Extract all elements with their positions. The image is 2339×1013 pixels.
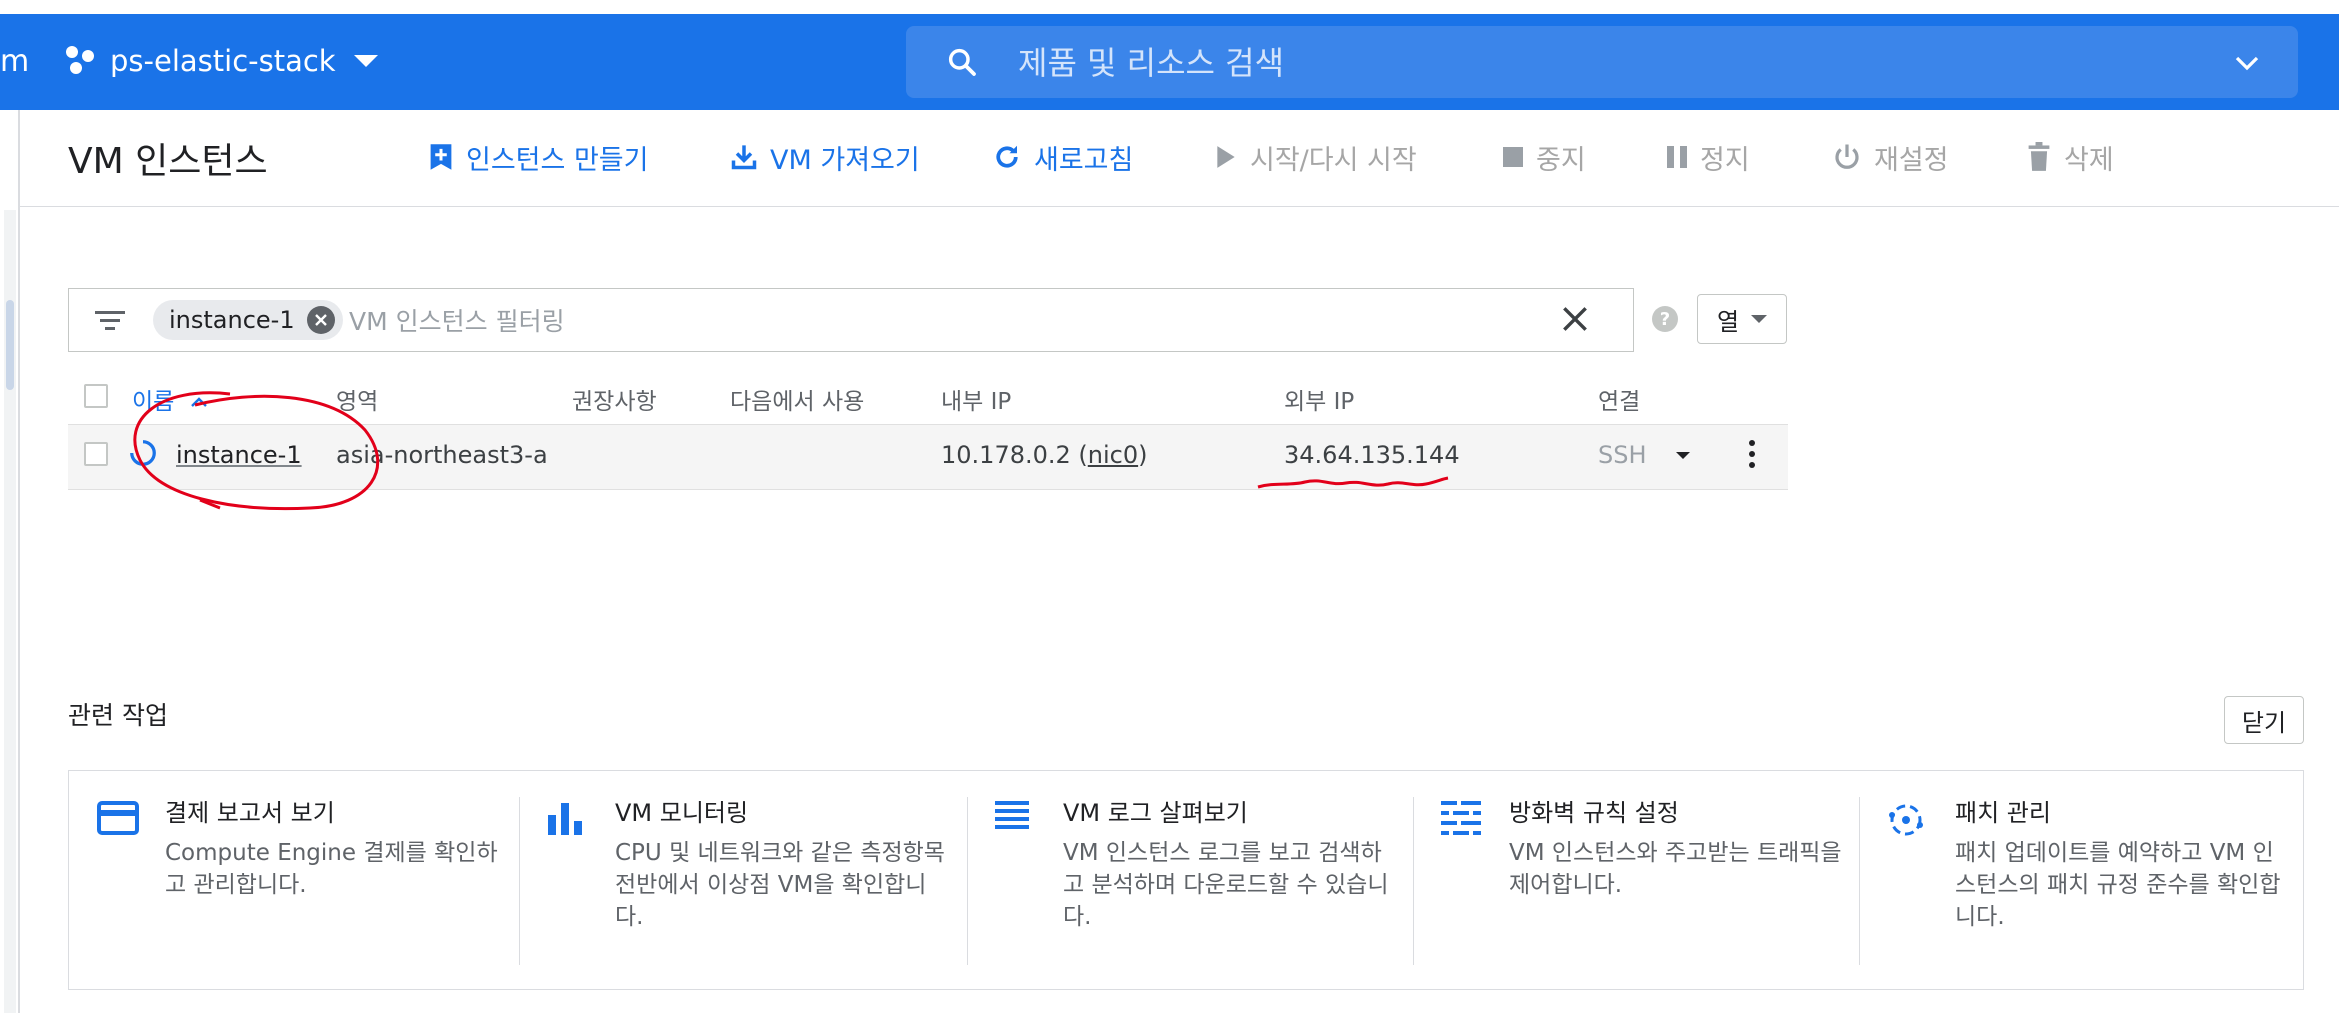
column-header-zone[interactable]: 영역 <box>336 382 378 416</box>
filter-bar[interactable]: instance-1 <box>68 288 1634 353</box>
bar-chart-icon <box>548 803 582 835</box>
suspend-button[interactable]: 정지 <box>1666 136 1750 178</box>
card-description: 패치 업데이트를 예약하고 VM 인스턴스의 패치 규정 준수를 확인합니다. <box>1955 840 2281 930</box>
filter-input[interactable] <box>347 289 1551 353</box>
related-actions-panel: 결제 보고서 보기 Compute Engine 결제를 확인하고 관리합니다.… <box>68 770 2304 990</box>
card-divider <box>1413 797 1414 965</box>
column-header-in-use-by[interactable]: 다음에서 사용 <box>730 382 864 416</box>
card-vm-logs[interactable]: VM 로그 살펴보기 VM 인스턴스 로그를 보고 검색하고 분석하며 다운로드… <box>967 771 1413 991</box>
scrollbar-thumb[interactable] <box>6 300 14 390</box>
chevron-down-icon[interactable] <box>2232 48 2262 78</box>
chevron-down-icon <box>1751 315 1768 323</box>
card-description: VM 인스턴스 로그를 보고 검색하고 분석하며 다운로드할 수 있습니다. <box>1063 840 1389 930</box>
column-header-connect: 연결 <box>1598 389 1641 415</box>
card-divider <box>1859 797 1860 965</box>
import-vm-button[interactable]: VM 가져오기 <box>730 136 920 178</box>
card-divider <box>519 797 520 965</box>
trash-icon <box>2028 142 2050 171</box>
brand-name-fragment[interactable]: m <box>0 44 29 79</box>
add-box-icon <box>430 144 452 170</box>
page-title: VM 인스턴스 <box>68 141 268 182</box>
chevron-down-icon <box>353 55 378 67</box>
filter-list-icon[interactable] <box>95 309 125 333</box>
card-title: VM 모니터링 <box>615 799 749 827</box>
filter-chip-label: instance-1 <box>169 306 295 334</box>
refresh-button[interactable]: 새로고침 <box>992 136 1133 178</box>
columns-dropdown[interactable]: 열 <box>1697 294 1787 344</box>
column-header-recommendation[interactable]: 권장사항 <box>572 382 657 416</box>
patch-icon <box>1889 804 1923 836</box>
refresh-icon <box>996 145 1018 168</box>
loading-spinner-icon <box>130 440 156 466</box>
internal-ip: 10.178.0.2 (nic0) <box>941 441 1148 469</box>
table-row[interactable] <box>68 424 1788 490</box>
reset-button[interactable]: 재설정 <box>1832 136 1949 178</box>
column-header-external-ip[interactable]: 외부 IP <box>1284 382 1354 416</box>
related-actions-title: 관련 작업 <box>68 701 168 730</box>
row-checkbox[interactable] <box>84 442 108 466</box>
power-icon <box>1835 144 1859 169</box>
card-description: Compute Engine 결제를 확인하고 관리합니다. <box>165 840 498 898</box>
sort-ascending-icon <box>190 397 207 407</box>
search-icon <box>948 48 976 76</box>
card-patch-management[interactable]: 패치 관리 패치 업데이트를 예약하고 VM 인스턴스의 패치 규정 준수를 확… <box>1859 771 2305 991</box>
help-icon[interactable]: ? <box>1652 306 1678 332</box>
select-all-checkbox[interactable] <box>84 384 108 408</box>
toolbar-divider <box>20 206 2339 207</box>
remove-chip-icon[interactable] <box>306 306 335 334</box>
project-selector[interactable]: ps-elastic-stack <box>66 38 378 84</box>
card-title: 패치 관리 <box>1955 799 2051 827</box>
project-name: ps-elastic-stack <box>110 44 336 78</box>
column-header-internal-ip[interactable]: 내부 IP <box>941 382 1011 416</box>
instance-name-link[interactable]: instance-1 <box>176 441 302 469</box>
card-title: 결제 보고서 보기 <box>165 799 335 827</box>
logs-icon <box>995 801 1029 829</box>
search-input[interactable] <box>1016 26 2120 100</box>
card-title: 방화벽 규칙 설정 <box>1509 799 1679 827</box>
card-billing-report[interactable]: 결제 보고서 보기 Compute Engine 결제를 확인하고 관리합니다. <box>69 771 515 991</box>
filter-chip[interactable]: instance-1 <box>153 300 343 340</box>
pause-icon <box>1667 146 1687 168</box>
ssh-button[interactable]: SSH <box>1598 441 1647 469</box>
delete-button[interactable]: 삭제 <box>2026 136 2114 178</box>
top-app-bar: m ps-elastic-stack <box>0 14 2339 110</box>
close-icon[interactable] <box>1559 303 1591 335</box>
external-ip: 34.64.135.144 <box>1284 441 1460 469</box>
instance-zone: asia-northeast3-a <box>336 441 548 469</box>
ssh-dropdown-icon[interactable] <box>1676 452 1690 459</box>
create-instance-button[interactable]: 인스턴스 만들기 <box>428 136 648 178</box>
stop-button[interactable]: 중지 <box>1502 136 1586 178</box>
column-header-name[interactable]: 이름 <box>132 382 208 416</box>
start-resume-button[interactable]: 시작/다시 시작 <box>1214 136 1417 178</box>
card-description: VM 인스턴스와 주고받는 트래픽을 제어합니다. <box>1509 840 1842 898</box>
project-dots-icon <box>66 46 96 76</box>
more-actions-icon[interactable] <box>1748 440 1756 472</box>
nav-divider <box>18 110 20 1013</box>
card-vm-monitoring[interactable]: VM 모니터링 CPU 및 네트워크와 같은 측정항목 전반에서 이상점 VM을… <box>519 771 965 991</box>
card-divider <box>967 797 968 965</box>
card-title: VM 로그 살펴보기 <box>1063 799 1248 827</box>
nic-link[interactable]: nic0 <box>1088 441 1138 469</box>
stop-icon <box>1503 147 1523 167</box>
firewall-icon <box>1441 801 1481 835</box>
card-firewall-rules[interactable]: 방화벽 규칙 설정 VM 인스턴스와 주고받는 트래픽을 제어합니다. <box>1413 771 1859 991</box>
card-description: CPU 및 네트워크와 같은 측정항목 전반에서 이상점 VM을 확인합니다. <box>615 840 945 930</box>
close-related-button[interactable]: 닫기 <box>2224 696 2304 744</box>
download-icon <box>731 145 757 170</box>
search-bar[interactable] <box>906 26 2298 100</box>
credit-card-icon <box>97 801 139 835</box>
play-icon <box>1217 146 1235 168</box>
